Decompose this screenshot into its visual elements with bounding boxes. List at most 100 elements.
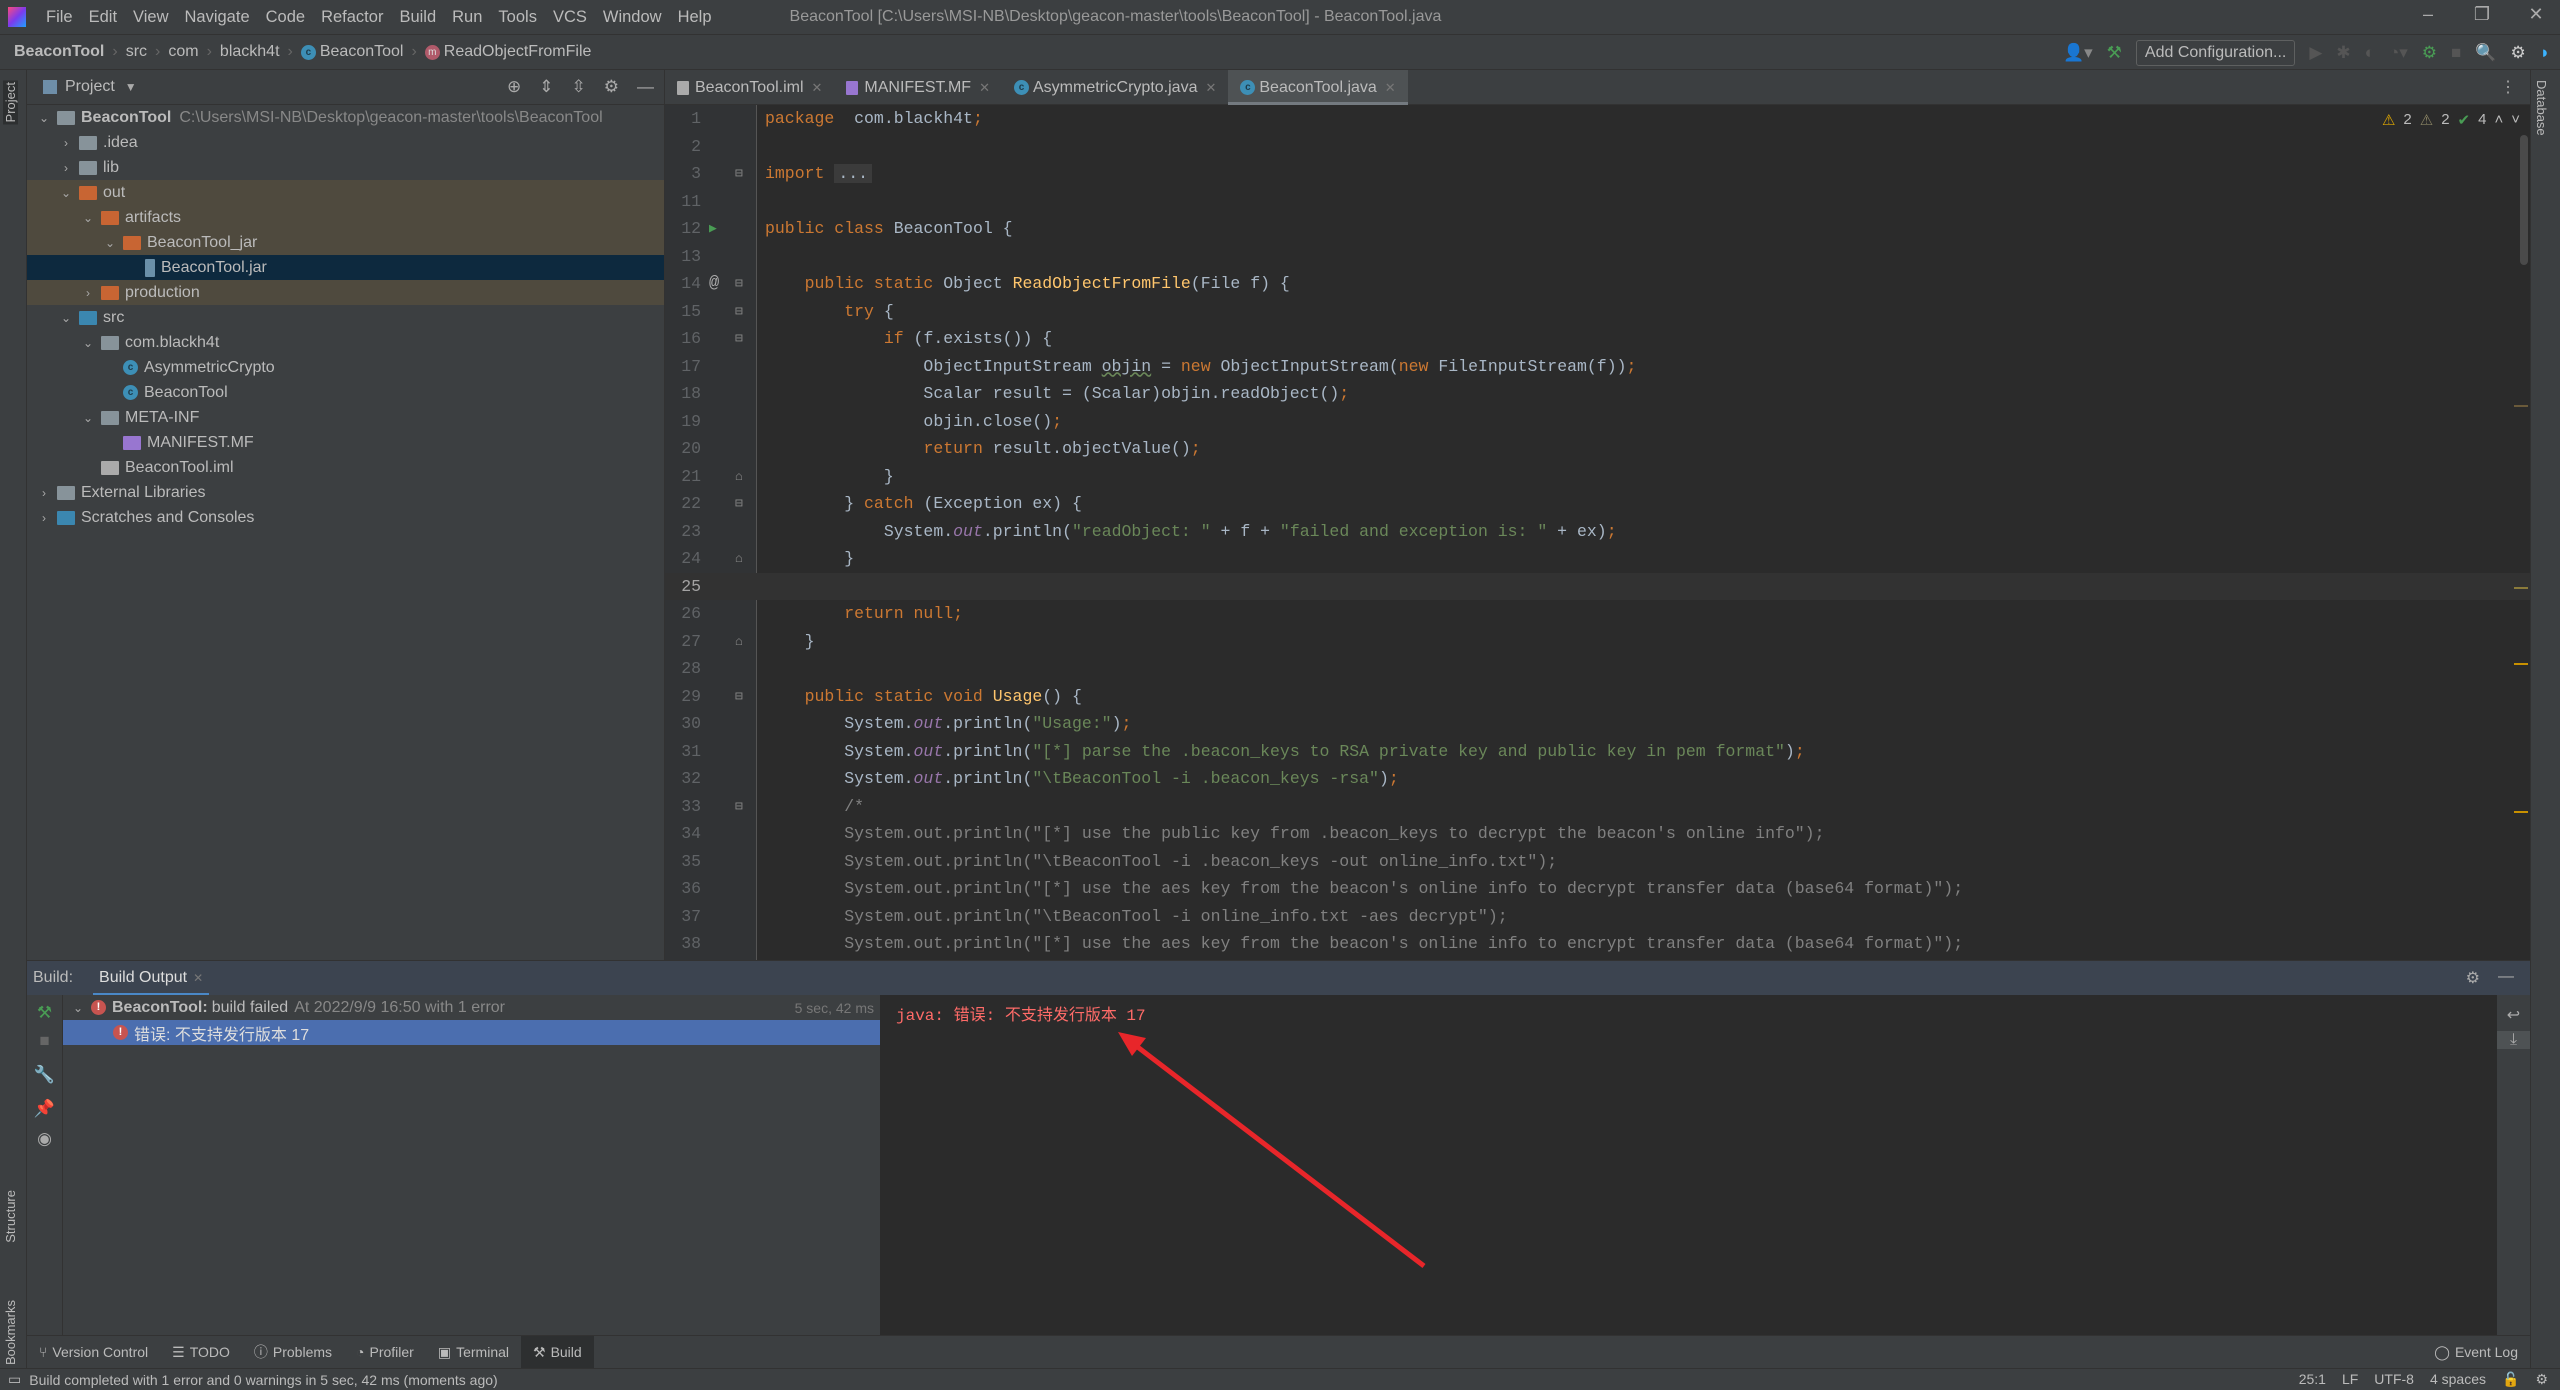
menu-tools[interactable]: Tools: [490, 8, 545, 27]
tree-item[interactable]: › External Libraries: [27, 480, 664, 505]
notifications-icon[interactable]: ⚙: [2535, 1371, 2548, 1388]
close-tab-icon[interactable]: ✕: [979, 80, 990, 96]
fold-marker-icon[interactable]: ⌂: [735, 463, 743, 491]
hide-panel-icon[interactable]: —: [2498, 968, 2514, 988]
indent-setting[interactable]: 4 spaces: [2430, 1371, 2486, 1388]
chevron-down-icon[interactable]: ⌄: [57, 186, 75, 200]
profile-icon[interactable]: ◔▾: [2389, 43, 2408, 63]
tool-window-problems[interactable]: ⓘ Problems: [242, 1336, 344, 1369]
chevron-right-icon[interactable]: ›: [35, 511, 53, 525]
chevron-down-icon[interactable]: ⌄: [57, 311, 75, 325]
menu-refactor[interactable]: Refactor: [313, 8, 391, 27]
close-button[interactable]: ✕: [2516, 4, 2556, 30]
bookmarks-tool-button[interactable]: Bookmarks: [3, 1300, 18, 1365]
lock-icon[interactable]: 🔓: [2502, 1371, 2519, 1388]
menu-code[interactable]: Code: [258, 8, 313, 27]
inspection-widget[interactable]: ⚠ 2 ⚠ 2 ✔ 4 ˄ ˅: [2382, 111, 2520, 129]
code-line[interactable]: 3 import ... ⊟: [665, 160, 2530, 188]
chevron-down-icon[interactable]: ⌄: [79, 411, 97, 425]
menu-file[interactable]: File: [38, 8, 81, 27]
code-line[interactable]: 19 objin.close();: [665, 408, 2530, 436]
code-line[interactable]: 32 System.out.println("\tBeaconTool -i .…: [665, 765, 2530, 793]
tree-item[interactable]: ⌄ BeaconTool_jar: [27, 230, 664, 255]
menu-run[interactable]: Run: [444, 8, 490, 27]
debug-icon[interactable]: ✱: [2336, 43, 2350, 63]
editor-tab[interactable]: BeaconTool.iml ✕: [665, 70, 834, 105]
event-log-button[interactable]: ◯ Event Log: [2422, 1336, 2530, 1369]
breadcrumb-project[interactable]: BeaconTool: [14, 43, 104, 61]
code-with-me-icon[interactable]: ◗: [2540, 43, 2550, 63]
tree-item[interactable]: BeaconTool.iml: [27, 455, 664, 480]
tree-item[interactable]: › Scratches and Consoles: [27, 505, 664, 530]
breadcrumb-class[interactable]: c BeaconTool: [300, 43, 403, 61]
gear-icon[interactable]: ⚙: [2466, 968, 2480, 988]
close-tab-icon[interactable]: ✕: [193, 971, 203, 985]
tree-item[interactable]: ⌄ out: [27, 180, 664, 205]
build-output-console[interactable]: java: 错误: 不支持发行版本 17: [880, 995, 2497, 1335]
tab-build-output[interactable]: Build Output ✕: [93, 961, 210, 996]
code-line[interactable]: 12 public class BeaconTool {▶: [665, 215, 2530, 243]
close-tab-icon[interactable]: ✕: [812, 80, 823, 96]
chevron-right-icon[interactable]: ›: [57, 161, 75, 175]
menu-help[interactable]: Help: [670, 8, 720, 27]
next-highlight-icon[interactable]: ˅: [2511, 111, 2520, 129]
build-tree-root[interactable]: ⌄ ! BeaconTool: build failed At 2022/9/9…: [63, 995, 880, 1020]
code-line[interactable]: 28: [665, 655, 2530, 683]
status-message[interactable]: Build completed with 1 error and 0 warni…: [29, 1372, 497, 1388]
override-at-icon[interactable]: @: [709, 270, 719, 298]
tree-item[interactable]: ⌄ com.blackh4t: [27, 330, 664, 355]
editor-tab[interactable]: c BeaconTool.java ✕: [1228, 70, 1409, 105]
code-line[interactable]: 25: [665, 572, 2530, 600]
fold-marker-icon[interactable]: ⌂: [735, 545, 743, 573]
code-line[interactable]: 36 System.out.println("[*] use the aes k…: [665, 875, 2530, 903]
code-line[interactable]: 34 System.out.println("[*] use the publi…: [665, 820, 2530, 848]
fold-marker-icon[interactable]: ⊟: [735, 325, 743, 353]
tool-window-version-control[interactable]: ⑂ Version Control: [27, 1336, 160, 1369]
run-icon[interactable]: ▶: [2309, 43, 2322, 63]
wrench-icon[interactable]: 🔧: [27, 1065, 62, 1085]
editor-tab[interactable]: MANIFEST.MF ✕: [834, 70, 1002, 105]
code-line[interactable]: 18 Scalar result = (Scalar)objin.readObj…: [665, 380, 2530, 408]
code-line[interactable]: 38 System.out.println("[*] use the aes k…: [665, 930, 2530, 958]
menu-navigate[interactable]: Navigate: [177, 8, 258, 27]
run-gutter-icon[interactable]: ▶: [709, 215, 717, 243]
previous-highlight-icon[interactable]: ˄: [2494, 111, 2503, 129]
attach-debugger-icon[interactable]: ⚙: [2422, 43, 2437, 63]
code-line[interactable]: 21 } ⌂: [665, 463, 2530, 491]
code-line[interactable]: 13: [665, 243, 2530, 271]
menu-vcs[interactable]: VCS: [545, 8, 595, 27]
eye-icon[interactable]: ◉: [27, 1129, 62, 1149]
line-separator[interactable]: LF: [2342, 1371, 2358, 1388]
code-line[interactable]: 37 System.out.println("\tBeaconTool -i o…: [665, 903, 2530, 931]
minimize-button[interactable]: –: [2408, 4, 2448, 30]
chevron-down-icon[interactable]: ⌄: [69, 1001, 87, 1015]
stop-icon[interactable]: ■: [2451, 43, 2461, 63]
tool-window-terminal[interactable]: ▣ Terminal: [426, 1336, 521, 1369]
tool-window-todo[interactable]: ☰ TODO: [160, 1336, 242, 1369]
stop-icon[interactable]: ■: [27, 1031, 62, 1051]
code-line[interactable]: 23 System.out.println("readObject: " + f…: [665, 518, 2530, 546]
tool-window-build[interactable]: ⚒ Build: [521, 1335, 594, 1369]
project-tool-button[interactable]: Project: [3, 80, 18, 125]
add-configuration-button[interactable]: Add Configuration...: [2135, 39, 2296, 66]
search-icon[interactable]: 🔍: [2475, 43, 2496, 63]
code-line[interactable]: 24 } ⌂: [665, 545, 2530, 573]
expand-all-icon[interactable]: ⇕: [539, 77, 553, 97]
account-icon[interactable]: 👤▾: [2063, 43, 2093, 63]
code-line[interactable]: 31 System.out.println("[*] parse the .be…: [665, 738, 2530, 766]
menu-window[interactable]: Window: [595, 8, 670, 27]
code-line[interactable]: 17 ObjectInputStream objin = new ObjectI…: [665, 353, 2530, 381]
editor-tab[interactable]: c AsymmetricCrypto.java ✕: [1002, 70, 1228, 105]
chevron-down-icon[interactable]: ⌄: [35, 111, 53, 125]
tree-item[interactable]: › lib: [27, 155, 664, 180]
chevron-down-icon[interactable]: ▼: [125, 80, 137, 94]
collapse-all-icon[interactable]: ⇳: [572, 77, 586, 97]
fold-marker-icon[interactable]: ⊟: [735, 490, 743, 518]
editor-scrollbar[interactable]: [2520, 135, 2528, 265]
project-view-selector[interactable]: Project: [65, 78, 115, 96]
code-line[interactable]: 14 public static Object ReadObjectFromFi…: [665, 270, 2530, 298]
database-tool-button[interactable]: Database: [2534, 80, 2549, 136]
tree-item[interactable]: › .idea: [27, 130, 664, 155]
menu-view[interactable]: View: [125, 8, 176, 27]
close-tab-icon[interactable]: ✕: [1205, 80, 1216, 96]
